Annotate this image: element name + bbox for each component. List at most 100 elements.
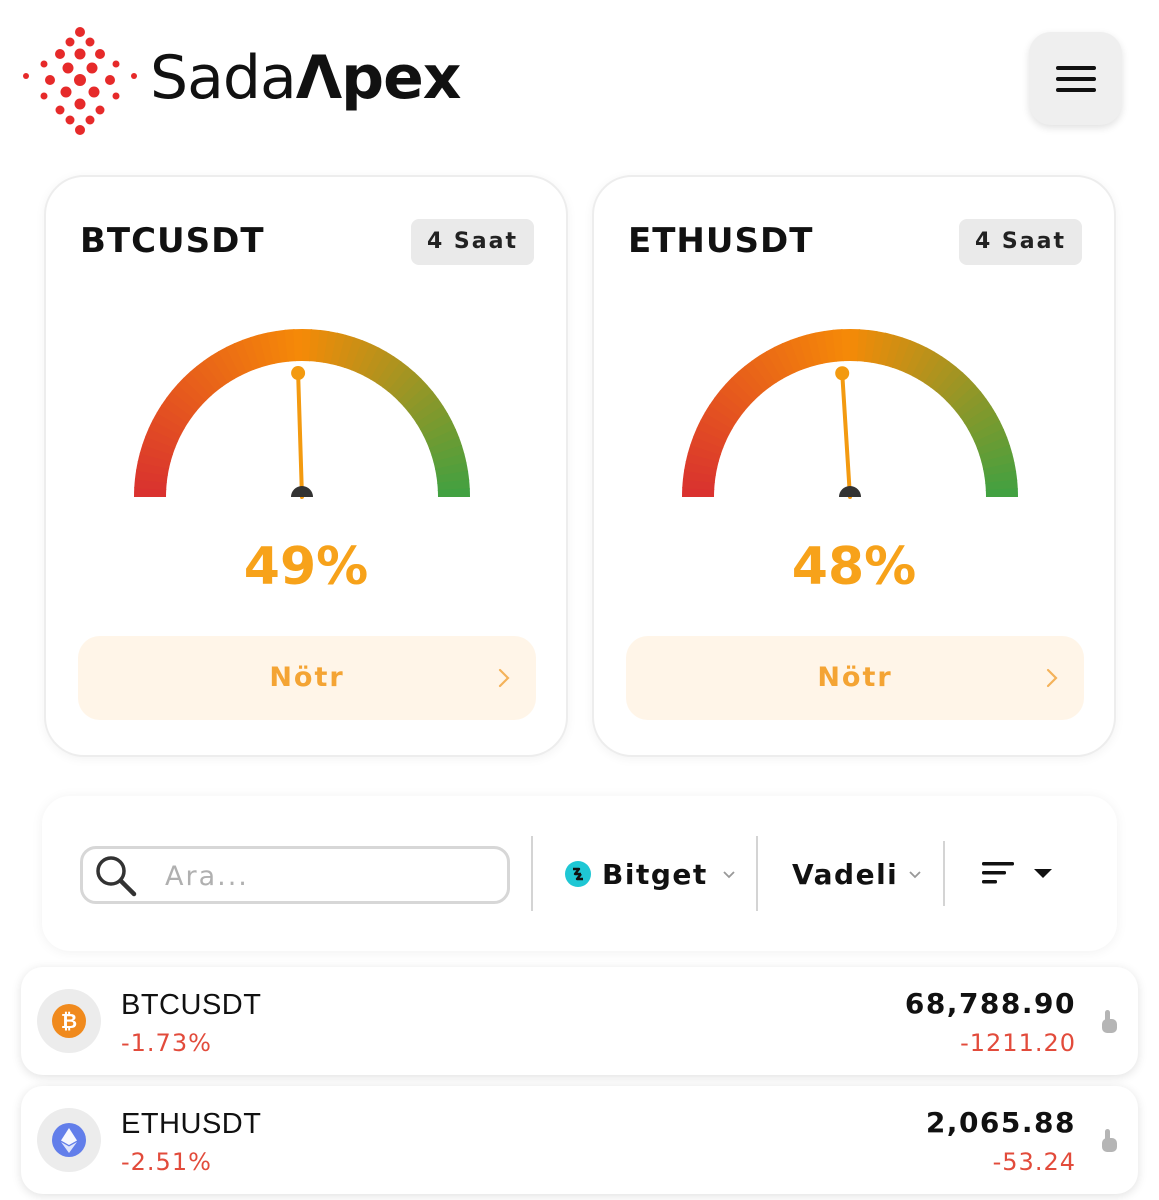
sort-button[interactable]	[980, 858, 1060, 892]
gauge-arc-segment	[744, 360, 772, 392]
gauge-arc-segment	[864, 329, 878, 363]
brand-name: SadaΛpex	[150, 40, 461, 116]
gauge-arc-segment	[751, 355, 777, 388]
divider	[756, 836, 758, 911]
gauge-arc-segment	[343, 337, 364, 371]
gauge-arc-segment	[935, 366, 964, 397]
gauge-arc-segment	[392, 372, 422, 402]
tap-hand-icon[interactable]	[1098, 1007, 1120, 1035]
gauge-arc-segment	[832, 329, 845, 362]
gauge-arc-segment	[145, 427, 179, 449]
gauge-arc-segment	[758, 350, 784, 384]
gauge-arc-segment	[905, 343, 928, 377]
chevron-down-icon	[909, 871, 921, 879]
gauge-arc-segment	[766, 346, 790, 380]
gauge-arc-segment	[437, 479, 470, 492]
sort-icon	[982, 862, 1014, 884]
bitget-logo-icon	[565, 861, 591, 887]
ticker-row[interactable]: ₿ BTCUSDT -1.73% 68,788.90 -1211.20	[21, 967, 1138, 1075]
sentiment-gauge	[134, 329, 471, 499]
ticker-change-percent: -2.51%	[121, 1148, 212, 1176]
gauge-arc-segment	[423, 420, 457, 443]
gauge-arc-segment	[203, 355, 229, 388]
gauge-arc-segment	[134, 469, 168, 483]
gauge-arc-segment	[725, 377, 755, 407]
sentiment-status-button[interactable]: Nötr	[78, 636, 536, 720]
gauge-arc-segment	[917, 351, 943, 384]
menu-button[interactable]	[1029, 32, 1122, 125]
gauge-arc-segment	[435, 462, 469, 477]
ticker-row[interactable]: ETHUSDT -2.51% 2,065.88 -53.24	[21, 1086, 1138, 1194]
gauge-arc-segment	[136, 460, 170, 476]
gauge-arc-segment	[350, 340, 372, 374]
gauge-arc-segment	[189, 365, 218, 397]
ticker-price: 2,065.88	[925, 1106, 1076, 1139]
gauge-arc-segment	[690, 435, 724, 456]
gauge-arc-segment	[428, 436, 463, 457]
header: SadaΛpex	[0, 0, 1159, 150]
timeframe-badge[interactable]: 4 Saat	[410, 219, 534, 265]
gauge-arc-segment	[134, 478, 167, 490]
gauge-arc-segment	[309, 329, 321, 362]
bitcoin-icon: ₿	[52, 1004, 86, 1038]
hamburger-menu-icon-bar	[1056, 77, 1096, 81]
gauge-arc-segment	[241, 336, 262, 371]
gauge-arc-segment	[959, 398, 992, 424]
filter-bar: Bitget Vadeli	[42, 796, 1117, 951]
sentiment-gauge	[682, 329, 1019, 499]
gauge-arc-segment	[731, 371, 760, 401]
gauge-needle	[296, 371, 304, 499]
gauge-arc-segment	[415, 405, 449, 431]
sentiment-percent: 48%	[791, 537, 917, 597]
gauge-arc-segment	[161, 397, 193, 424]
ethereum-icon	[52, 1123, 86, 1157]
coin-avatar: ₿	[37, 989, 101, 1053]
gauge-arc-segment	[166, 390, 198, 418]
sentiment-status-button[interactable]: Nötr	[626, 636, 1084, 720]
tap-hand-icon[interactable]	[1098, 1126, 1120, 1154]
gauge-arc-segment	[433, 453, 467, 470]
hamburger-menu-icon-bar	[1056, 88, 1096, 92]
search-input[interactable]	[165, 853, 485, 899]
market-type-dropdown[interactable]: Vadeli	[792, 852, 922, 896]
gauge-arc-segment	[369, 351, 395, 384]
ticker-symbol: BTCUSDT	[121, 989, 262, 1021]
gauge-arc-segment	[250, 334, 268, 368]
gauge-arc-segment	[210, 350, 236, 384]
gauge-arc-segment	[981, 453, 1015, 470]
ticker-symbol: ETHUSDT	[121, 1108, 262, 1140]
gauge-arc-segment	[196, 360, 224, 392]
gauge-needle	[840, 371, 852, 499]
gauge-arc-segment	[704, 404, 737, 430]
gauge-arc-segment	[950, 384, 982, 413]
gauge-pivot	[291, 486, 313, 497]
svg-text:₿: ₿	[61, 1009, 77, 1033]
gauge-arc-segment	[979, 445, 1013, 463]
chevron-right-icon	[1046, 668, 1058, 688]
gauge-arc-segment	[806, 332, 823, 366]
gauge-arc-segment	[142, 435, 176, 456]
exchange-dropdown[interactable]: Bitget	[564, 852, 736, 896]
timeframe-badge[interactable]: 4 Saat	[958, 219, 1082, 265]
gauge-arc-segment	[929, 361, 957, 393]
gauge-arc-segment	[878, 332, 895, 366]
gauge-arc-segment	[426, 428, 460, 450]
gauge-arc-segment	[337, 334, 356, 369]
search-box[interactable]	[80, 846, 510, 904]
gauge-arc-segment	[709, 397, 741, 424]
gauge-arc-segment	[156, 404, 189, 430]
gauge-arc-segment	[737, 365, 766, 397]
gauge-arc-segment	[402, 384, 434, 413]
gauge-arc-segment	[419, 413, 453, 437]
gauge-arc-segment	[971, 420, 1005, 443]
gauge-needle-tip	[291, 366, 306, 381]
exchange-label: Bitget	[602, 857, 708, 891]
brand-name-part2: Λpex	[295, 43, 462, 113]
gauge-arc-segment	[955, 391, 987, 419]
gauge-arc-segment	[976, 436, 1011, 457]
sadaapex-logo-icon	[23, 27, 137, 135]
ticker-price: 68,788.90	[904, 987, 1076, 1020]
gauge-arc-segment	[431, 445, 465, 463]
card-symbol: BTCUSDT	[80, 221, 265, 261]
gauge-arc-segment	[898, 340, 920, 374]
